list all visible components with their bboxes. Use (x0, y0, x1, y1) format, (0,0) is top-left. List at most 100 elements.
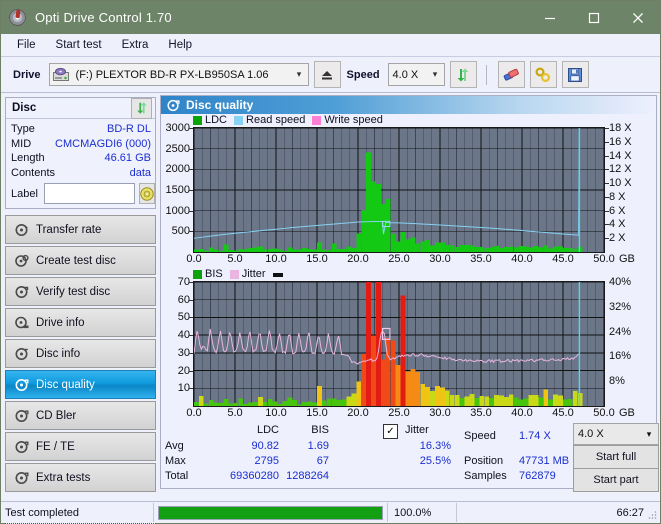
sidebar-item-label: Disc quality (36, 378, 95, 391)
y2-tick-mark (605, 169, 609, 171)
bis-chart-legend: BIS Jitter (161, 268, 656, 281)
x-tick-label: 35.0 (470, 407, 492, 419)
bis-percent-axis: 8% 16% 24% 32% 40% (605, 276, 643, 407)
sidebar-item-create-test-disc[interactable]: Create test disc (5, 246, 156, 275)
disc-extra-icon (12, 471, 32, 485)
x-axis-unit: GB (619, 407, 635, 419)
app-icon (9, 8, 27, 27)
sidebar-item-label: Drive info (36, 316, 85, 329)
resize-grip[interactable] (647, 510, 657, 520)
x-tick-label: 10.0 (265, 253, 287, 265)
y-tick-label: 2500 (165, 142, 190, 155)
close-icon[interactable] (616, 1, 660, 34)
ldc-chart-legend: LDC Read speed Write speed (161, 114, 656, 127)
legend-item-jitter: Jitter (229, 269, 266, 280)
content-area: Disc quality LDC Read speed Write speed … (159, 93, 660, 492)
menu-start-test[interactable]: Start test (46, 37, 112, 53)
disc-row-contents: Contents data (11, 166, 151, 181)
speed-value: 4.0 X (392, 68, 419, 81)
y2-tick-label: 6 X (609, 204, 626, 217)
speed-select[interactable]: 4.0 X ▾ (387, 63, 445, 86)
position-label: Position (464, 455, 504, 467)
y2-tick-label: 40% (609, 276, 632, 288)
maximize-icon[interactable] (572, 1, 616, 34)
x-tick-label: 5.0 (227, 407, 243, 419)
erase-button[interactable] (497, 61, 525, 88)
legend-item-ldc: LDC (193, 115, 227, 126)
position-value: 47731 MB (519, 455, 570, 467)
disc-label-row: Label (11, 183, 155, 204)
disc-label-button[interactable] (138, 183, 155, 204)
stats-avg-bis: 1.69 (307, 440, 329, 452)
y2-tick-label: 4 X (609, 218, 626, 231)
jitter-checkbox[interactable]: ✓ (383, 424, 398, 439)
disc-label-input[interactable] (43, 183, 135, 204)
chevron-down-icon[interactable]: ▾ (291, 69, 308, 80)
settings-button[interactable] (529, 61, 557, 88)
bis-x-axis: 0.0 5.0 10.0 15.0 20.0 25.0 30.0 35.0 40.0 45.0 50… (186, 407, 656, 422)
legend-swatch (234, 116, 244, 125)
status-text: Test completed (5, 506, 79, 519)
disc-write-icon (12, 254, 32, 268)
chevron-down-icon[interactable]: ▾ (427, 69, 444, 80)
sidebar-item-fe-te[interactable]: FE / TE (5, 432, 156, 461)
y2-tick-mark (605, 224, 609, 226)
y-tick-label: 3000 (165, 122, 190, 134)
speed-stat-value: 1.74 X (519, 430, 551, 442)
save-button[interactable] (561, 61, 589, 88)
legend-swatch (193, 270, 202, 279)
status-separator (153, 503, 154, 522)
y-tick-label: 1500 (165, 184, 190, 196)
x-tick-label: 5.0 (227, 253, 243, 265)
y2-tick-label: 24% (609, 325, 632, 338)
minimize-icon[interactable] (528, 1, 572, 34)
eject-button[interactable] (313, 61, 341, 88)
disc-refresh-button[interactable] (131, 97, 152, 119)
sidebar-item-label: Verify test disc (36, 285, 111, 298)
menu-file[interactable]: File (7, 37, 46, 53)
progress-bar (158, 505, 383, 520)
disc-row-key: MID (11, 137, 32, 150)
sidebar-item-drive-info[interactable]: Drive info (5, 308, 156, 337)
samples-label: Samples (464, 470, 507, 482)
x-tick-label: 45.0 (552, 407, 574, 419)
menu-bar: File Start test Extra Help (1, 34, 660, 57)
sidebar-item-cd-bler[interactable]: CD Bler (5, 401, 156, 430)
x-tick-label: 0.0 (186, 407, 202, 419)
x-tick-label: 10.0 (265, 407, 287, 419)
menu-help[interactable]: Help (158, 37, 202, 53)
sidebar-item-disc-info[interactable]: Disc info (5, 339, 156, 368)
sidebar-item-label: Create test disc (36, 254, 116, 267)
sidebar-item-extra-tests[interactable]: Extra tests (5, 463, 156, 492)
y2-tick-label: 12 X (609, 163, 632, 176)
disc-row-value: data (129, 166, 151, 179)
bis-plot-area (193, 281, 605, 407)
stats-col-bis: BIS (311, 424, 329, 436)
statistics-panel: LDC BIS ✓ Jitter Avg 90.82 1.69 16.3% Ma… (161, 422, 659, 492)
start-part-button[interactable]: Start part (573, 468, 659, 492)
y2-tick-mark (605, 196, 609, 198)
refresh-button[interactable] (449, 61, 477, 88)
sidebar-item-disc-quality[interactable]: Disc quality (5, 370, 156, 399)
legend-label: LDC (205, 114, 228, 126)
jitter-label: Jitter (405, 424, 429, 436)
drive-select[interactable]: (F:) PLEXTOR BD-R PX-LB950SA 1.06 ▾ (48, 63, 309, 86)
elapsed-time: 66:27 (616, 506, 644, 519)
y2-tick-label: 14 X (609, 149, 632, 162)
x-tick-label: 30.0 (429, 253, 451, 265)
sidebar-item-verify-test-disc[interactable]: Verify test disc (5, 277, 156, 306)
y-tick-label: 1000 (165, 204, 190, 217)
ldc-chart: LDC Read speed Write speed 500 1000 1500 20… (161, 114, 656, 268)
chevron-down-icon[interactable]: ▾ (640, 429, 658, 440)
sidebar-item-transfer-rate[interactable]: Transfer rate (5, 215, 156, 244)
disc-panel-title: Disc (12, 102, 37, 114)
x-tick-label: 15.0 (306, 253, 328, 265)
disc-label-key: Label (11, 187, 38, 200)
start-full-button[interactable]: Start full (573, 445, 659, 469)
x-tick-label: 25.0 (388, 407, 410, 419)
menu-extra[interactable]: Extra (112, 37, 159, 53)
drive-value: (F:) PLEXTOR BD-R PX-LB950SA 1.06 (75, 68, 269, 81)
legend-item-write-speed: Write speed (312, 115, 383, 126)
disc-info-icon (12, 347, 32, 361)
test-speed-select[interactable]: 4.0 X ▾ (573, 423, 659, 445)
